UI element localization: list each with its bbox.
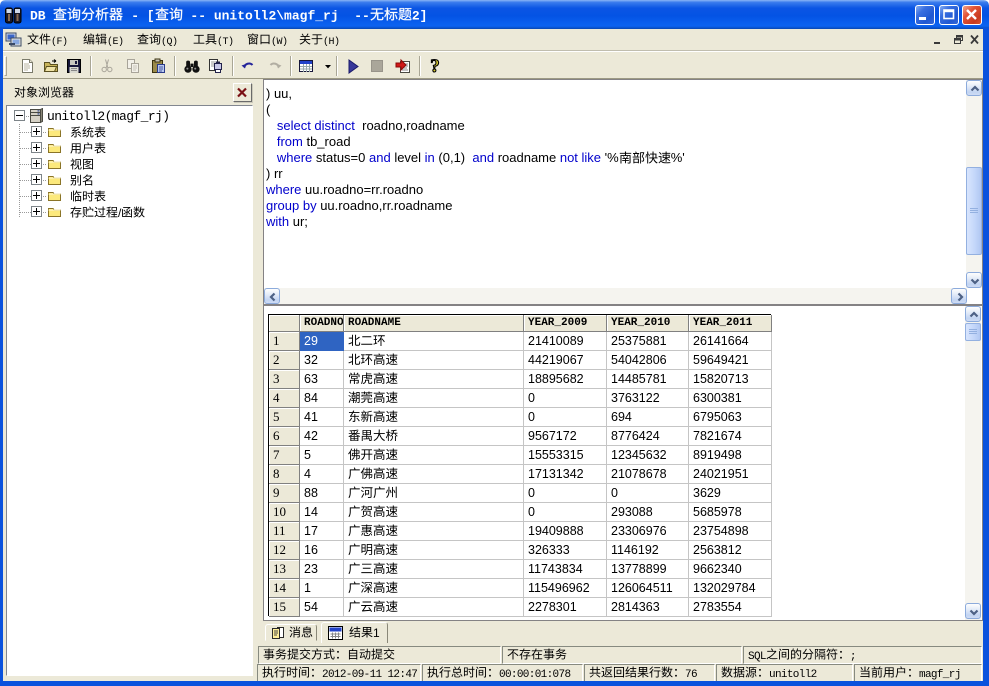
svg-text:?: ?: [430, 58, 440, 74]
